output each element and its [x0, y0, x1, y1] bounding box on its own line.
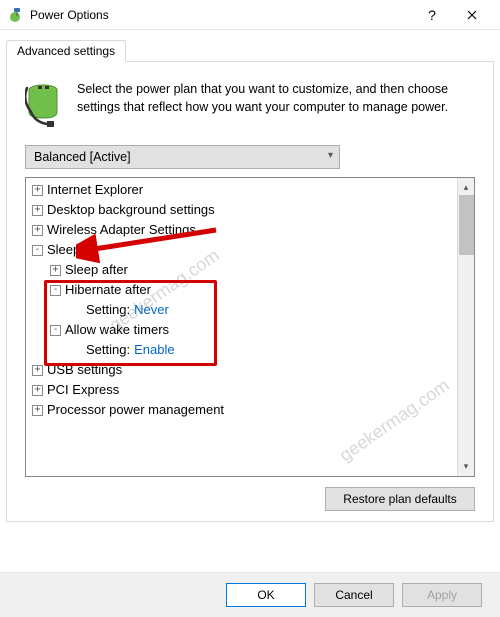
tab-strip: Advanced settings [6, 36, 494, 62]
expand-icon[interactable]: + [32, 405, 43, 416]
tree-label: Sleep [47, 240, 80, 260]
titlebar: Power Options ? [0, 0, 500, 30]
tree-label: Internet Explorer [47, 180, 143, 200]
tree-label: USB settings [47, 360, 122, 380]
tree-item-allow-wake-timers[interactable]: - Allow wake timers [28, 320, 455, 340]
close-button[interactable] [452, 1, 492, 29]
setting-value[interactable]: Never [134, 300, 169, 320]
help-button[interactable]: ? [412, 1, 452, 29]
cancel-button[interactable]: Cancel [314, 583, 394, 607]
tree-label: PCI Express [47, 380, 119, 400]
expand-icon[interactable]: + [32, 185, 43, 196]
setting-value[interactable]: Enable [134, 340, 174, 360]
power-plan-selected: Balanced [Active] [34, 150, 131, 164]
tab-advanced-settings[interactable]: Advanced settings [6, 40, 126, 62]
expand-icon[interactable]: + [32, 205, 43, 216]
tree-item-pci-express[interactable]: + PCI Express [28, 380, 455, 400]
tree-label: Sleep after [65, 260, 128, 280]
restore-plan-defaults-button[interactable]: Restore plan defaults [325, 487, 475, 511]
power-plan-dropdown[interactable]: Balanced [Active] ▾ [25, 145, 340, 169]
battery-icon [25, 80, 65, 131]
tree-item-sleep[interactable]: - Sleep [28, 240, 455, 260]
tree-label: Allow wake timers [65, 320, 169, 340]
collapse-icon[interactable]: - [50, 285, 61, 296]
tree-label: Desktop background settings [47, 200, 215, 220]
scroll-thumb[interactable] [459, 195, 474, 255]
tree-item-usb-settings[interactable]: + USB settings [28, 360, 455, 380]
tree-label: Processor power management [47, 400, 224, 420]
tree-item-wireless-adapter[interactable]: + Wireless Adapter Settings [28, 220, 455, 240]
setting-key: Setting: [86, 300, 130, 320]
expand-icon[interactable]: + [32, 385, 43, 396]
dialog-footer: OK Cancel Apply [0, 572, 500, 617]
setting-key: Setting: [86, 340, 130, 360]
scroll-down-icon[interactable]: ▾ [464, 461, 469, 472]
tree-label: Wireless Adapter Settings [47, 220, 196, 240]
chevron-down-icon: ▾ [328, 150, 333, 161]
ok-button[interactable]: OK [226, 583, 306, 607]
tab-pane: Select the power plan that you want to c… [6, 62, 494, 522]
tree-label: Hibernate after [65, 280, 151, 300]
expand-icon[interactable]: + [50, 265, 61, 276]
collapse-icon[interactable]: - [32, 245, 43, 256]
settings-tree[interactable]: + Internet Explorer + Desktop background… [26, 178, 457, 476]
tree-item-desktop-background[interactable]: + Desktop background settings [28, 200, 455, 220]
tree-item-sleep-after[interactable]: + Sleep after [28, 260, 455, 280]
tree-item-internet-explorer[interactable]: + Internet Explorer [28, 180, 455, 200]
setting-hibernate-after[interactable]: Setting: Never [28, 300, 455, 320]
tree-item-processor-power[interactable]: + Processor power management [28, 400, 455, 420]
expand-icon[interactable]: + [32, 365, 43, 376]
window-title: Power Options [30, 8, 109, 22]
scroll-up-icon[interactable]: ▴ [464, 182, 469, 193]
intro-block: Select the power plan that you want to c… [25, 80, 475, 131]
expand-icon[interactable]: + [32, 225, 43, 236]
apply-button[interactable]: Apply [402, 583, 482, 607]
settings-tree-container: + Internet Explorer + Desktop background… [25, 177, 475, 477]
collapse-icon[interactable]: - [50, 325, 61, 336]
setting-allow-wake-timers[interactable]: Setting: Enable [28, 340, 455, 360]
intro-text: Select the power plan that you want to c… [77, 80, 475, 131]
power-options-icon [8, 7, 24, 23]
tree-item-hibernate-after[interactable]: - Hibernate after [28, 280, 455, 300]
vertical-scrollbar[interactable]: ▴ ▾ [457, 178, 474, 476]
